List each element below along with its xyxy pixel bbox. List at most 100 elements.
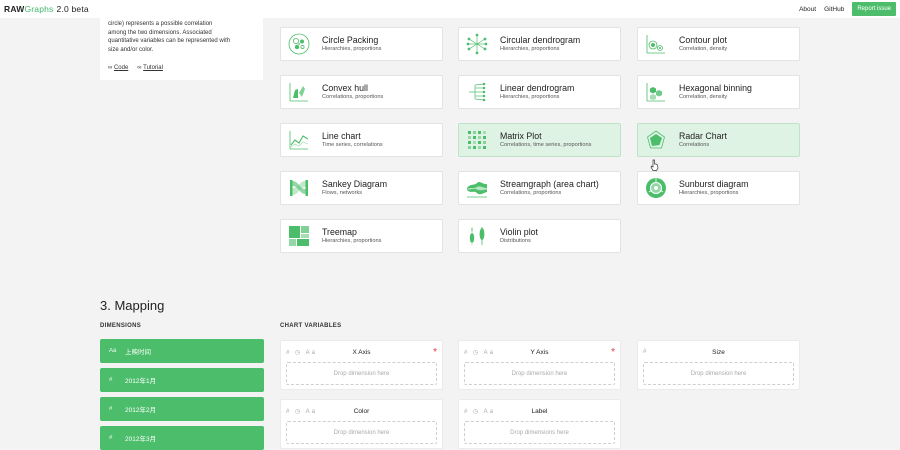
brand-version: 2.0 beta	[56, 4, 89, 14]
sunburst-diagram-icon	[646, 178, 666, 198]
hexagonal-binning-icon	[646, 83, 665, 102]
number-type-icon: #	[109, 377, 113, 383]
code-link[interactable]: ∞ Code	[108, 64, 128, 73]
chart-card-sunburst-diagram[interactable]: Sunburst diagram Hierarchies, proportions	[637, 171, 800, 205]
description-line: quantitative variables can be represente…	[108, 38, 231, 45]
variable-x-axis: # ◷ Aa X Axis * Drop dimension here	[280, 340, 443, 390]
chart-title: Sunburst diagram	[679, 179, 749, 189]
dimension-name: 上映时间	[125, 349, 151, 356]
text-type-icon: Aa	[109, 348, 117, 354]
drop-zone[interactable]: Drop dimension here	[286, 421, 437, 444]
chart-subtitle: Time series, correlations	[322, 142, 383, 148]
chart-card-linear-dendrogram[interactable]: Linear dendrogram Hierarchies, proportion…	[458, 75, 621, 109]
chart-subtitle: Flows, networks	[322, 190, 363, 196]
drop-zone[interactable]: Drop dimension here	[643, 362, 794, 385]
chart-title: Streamgraph (area chart)	[500, 179, 599, 189]
chart-title: Circular dendrogram	[500, 35, 581, 45]
chart-subtitle: Hierarchies, proportions	[500, 94, 560, 100]
chart-title: Sankey Diagram	[322, 179, 388, 189]
chart-title: Violin plot	[500, 227, 538, 237]
dimension-name: 2012年3月	[125, 436, 157, 443]
chart-title: Circle Packing	[322, 35, 379, 45]
chart-card-violin-plot[interactable]: Violin plot Distributions	[458, 219, 621, 253]
variable-label: # ◷ Aa Label Drop dimensions here	[458, 399, 621, 449]
variable-name: Size	[712, 349, 725, 356]
line-chart-icon	[289, 131, 309, 150]
top-nav: About GitHub Report issue	[799, 2, 896, 16]
chart-card-streamgraph[interactable]: Streamgraph (area chart) Correlations, pr…	[458, 171, 621, 205]
drop-zone[interactable]: Drop dimensions here	[464, 421, 615, 444]
chart-subtitle: Hierarchies, proportions	[679, 190, 739, 196]
chart-title: Line chart	[322, 131, 361, 141]
dimensions-label: DIMENSIONS	[100, 323, 142, 329]
dimension-item[interactable]: # 2012年2月	[100, 397, 264, 421]
chart-title: Matrix Plot	[500, 131, 542, 141]
top-bar: RAWGraphs 2.0 beta About GitHub Report is…	[0, 0, 900, 18]
number-type-icon: #	[109, 435, 113, 441]
chart-variables-label: CHART VARIABLES	[280, 323, 342, 329]
chart-card-circle-packing[interactable]: Circle Packing Hierarchies, proportions	[280, 27, 443, 61]
chart-card-matrix-plot[interactable]: Matrix Plot Correlations, time series, pr…	[458, 123, 621, 157]
chart-card-contour-plot[interactable]: Contour plot Correlation, density	[637, 27, 800, 61]
chart-title: Convex hull	[322, 83, 368, 93]
chart-title: Hexagonal binning	[679, 83, 752, 93]
chart-subtitle: Correlation, density	[679, 94, 728, 100]
dimension-name: 2012年2月	[125, 407, 157, 414]
chart-subtitle: Correlations, proportions	[500, 190, 562, 196]
chart-title: Treemap	[322, 227, 357, 237]
nav-about-link[interactable]: About	[799, 6, 816, 13]
variable-name: Y Axis	[530, 349, 549, 356]
dimension-item[interactable]: # 2012年3月	[100, 426, 264, 450]
chart-card-line-chart[interactable]: Line chart Time series, correlations	[280, 123, 443, 157]
variable-name: Label	[531, 408, 548, 415]
chart-subtitle: Correlations, time series, proportions	[500, 142, 592, 148]
contour-plot-icon	[646, 35, 665, 54]
brand-logo[interactable]: RAWGraphs 2.0 beta	[4, 4, 89, 14]
matrix-plot-icon	[468, 131, 486, 149]
dimension-item[interactable]: Aa 上映时间	[100, 339, 264, 363]
required-mark: *	[611, 347, 615, 358]
variable-name: Color	[353, 408, 370, 415]
variable-y-axis: # ◷ Aa Y Axis * Drop dimension here	[458, 340, 621, 390]
chart-description-card: circle) represents a possible correlatio…	[100, 18, 263, 80]
chart-card-radar-chart[interactable]: Radar Chart Correlations	[637, 123, 800, 157]
brand-graphs: Graphs	[24, 4, 54, 14]
chart-card-circular-dendrogram[interactable]: Circular dendrogram Hierarchies, proporti…	[458, 27, 621, 61]
report-issue-button[interactable]: Report issue	[852, 2, 896, 16]
tutorial-link[interactable]: ∞ Tutorial	[137, 64, 163, 73]
dimension-item[interactable]: # 2012年1月	[100, 368, 264, 392]
chart-subtitle: Hierarchies, proportions	[500, 46, 560, 52]
nav-github-link[interactable]: GitHub	[824, 6, 844, 13]
treemap-icon	[289, 226, 309, 246]
chart-card-treemap[interactable]: Treemap Hierarchies, proportions	[280, 219, 443, 253]
drop-zone[interactable]: Drop dimension here	[286, 362, 437, 385]
brand-raw: RAW	[4, 4, 25, 14]
dimension-name: 2012年1月	[125, 378, 157, 385]
description-line: size and/or color.	[108, 46, 154, 53]
circular-dendrogram-icon	[466, 33, 488, 55]
chart-subtitle: Correlations, proportions	[322, 94, 384, 100]
drop-zone[interactable]: Drop dimension here	[464, 362, 615, 385]
chart-subtitle: Distributions	[500, 238, 531, 244]
description-line: among the two dimensions. Associated	[108, 29, 212, 36]
chart-title: Linear dendrogram	[500, 83, 575, 93]
convex-hull-icon	[289, 83, 308, 102]
mapping-section-title: 3. Mapping	[100, 298, 165, 313]
chart-title: Contour plot	[679, 35, 727, 45]
chart-subtitle: Correlation, density	[679, 46, 728, 52]
chart-card-hexagonal-binning[interactable]: Hexagonal binning Correlation, density	[637, 75, 800, 109]
chart-card-convex-hull[interactable]: Convex hull Correlations, proportions	[280, 75, 443, 109]
sankey-diagram-icon	[290, 180, 308, 196]
number-type-icon: #	[109, 406, 113, 412]
streamgraph-icon	[467, 182, 487, 198]
chart-subtitle: Hierarchies, proportions	[322, 238, 382, 244]
hand-cursor-icon	[650, 159, 659, 171]
chart-subtitle: Hierarchies, proportions	[322, 46, 382, 52]
chart-title: Radar Chart	[679, 131, 727, 141]
variable-size: # Size Drop dimension here	[637, 340, 800, 390]
radar-chart-icon	[647, 130, 665, 149]
tutorial-icon: ∞	[137, 65, 142, 72]
code-icon: ∞	[108, 65, 113, 72]
linear-dendrogram-icon	[469, 82, 486, 102]
chart-card-sankey-diagram[interactable]: Sankey Diagram Flows, networks	[280, 171, 443, 205]
